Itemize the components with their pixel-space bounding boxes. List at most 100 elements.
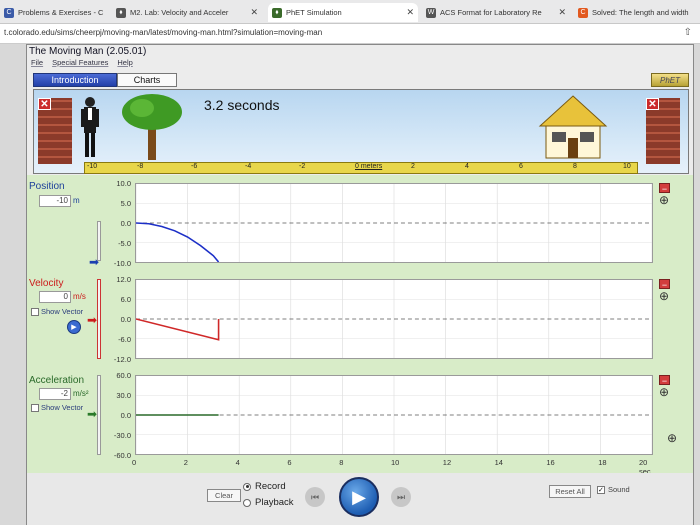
velocity-show-vector[interactable]: Show Vector	[31, 307, 83, 316]
moving-man-window: The Moving Man (2.05.01) File Special Fe…	[26, 44, 694, 525]
velocity-slider[interactable]	[97, 279, 101, 359]
acceleration-slider[interactable]	[97, 375, 101, 455]
acceleration-slider-arrow-icon[interactable]: ➡	[87, 407, 97, 421]
minimize-chart-icon[interactable]: −	[659, 375, 670, 386]
zoom-in-icon[interactable]: ⊕	[659, 193, 679, 207]
record-option[interactable]: Record	[243, 481, 286, 492]
acceleration-unit: m/s²	[73, 389, 89, 398]
play-area[interactable]: ✕ 3.2 seconds ✕ -10 -8 -6 -4 -2 0 meters…	[33, 89, 689, 174]
browser-tab-phet[interactable]: ⬧ PhET Simulation ✕	[268, 3, 418, 22]
velocity-show-vector-checkbox[interactable]	[31, 307, 39, 316]
close-wall-icon[interactable]: ✕	[646, 98, 659, 110]
close-icon[interactable]: ✕	[107, 7, 108, 18]
window-title: The Moving Man (2.05.01)	[29, 46, 147, 57]
play-button[interactable]: ▶	[339, 477, 379, 517]
acceleration-input[interactable]: -2	[39, 388, 71, 400]
tab-favicon-icon: ⬧	[116, 7, 126, 18]
horizontal-zoom-icon[interactable]: ⊕	[667, 431, 677, 445]
position-ytick: 10.0	[116, 179, 131, 188]
sound-label: Sound	[608, 485, 630, 494]
acceleration-chart-controls: − ⊕	[659, 375, 679, 399]
close-icon[interactable]: ✕	[558, 7, 566, 18]
time-tick-label: 16	[546, 458, 555, 467]
time-tick-label: 6	[287, 458, 292, 467]
time-tick-label: 4	[235, 458, 240, 467]
position-chart[interactable]	[135, 183, 653, 263]
clear-button[interactable]: Clear	[207, 489, 241, 502]
rewind-button[interactable]: ⏮	[305, 487, 325, 507]
browser-tab-problems[interactable]: C Problems & Exercises - C ✕	[0, 3, 108, 22]
address-bar[interactable]: t.colorado.edu/sims/cheerpj/moving-man/l…	[0, 24, 700, 44]
phet-logo[interactable]: PhET	[651, 73, 689, 87]
velocity-show-vector-label: Show Vector	[41, 307, 84, 316]
browser-tab-label: PhET Simulation	[286, 8, 342, 17]
step-forward-icon: ⏭	[396, 491, 406, 502]
position-label: Position	[29, 181, 65, 192]
tab-charts[interactable]: Charts	[117, 73, 177, 87]
ruler-tick-zero: 0 meters	[355, 163, 383, 170]
acceleration-label: Acceleration	[29, 375, 85, 386]
zoom-in-icon[interactable]: ⊕	[659, 289, 679, 303]
menu-special-features[interactable]: Special Features	[52, 58, 108, 70]
browser-tab-label: M2. Lab: Velocity and Acceler	[130, 8, 229, 17]
acceleration-chart[interactable]	[135, 375, 653, 455]
tab-favicon-icon: W	[426, 7, 436, 18]
playback-radio[interactable]	[243, 498, 251, 507]
browser-tab-lab[interactable]: ⬧ M2. Lab: Velocity and Acceler ✕	[112, 3, 262, 22]
position-ytick: -5.0	[118, 239, 131, 248]
playback-option[interactable]: Playback	[243, 497, 294, 508]
ruler-tick: 6	[519, 163, 523, 170]
play-icon: ▶	[352, 486, 366, 507]
close-icon[interactable]: ✕	[406, 7, 414, 18]
velocity-expand-icon[interactable]: ▶	[67, 320, 81, 334]
velocity-chart[interactable]	[135, 279, 653, 359]
tab-introduction[interactable]: Introduction	[33, 73, 117, 87]
left-wall: ✕	[38, 98, 72, 164]
acceleration-show-vector[interactable]: Show Vector	[31, 403, 83, 412]
time-readout: 3.2 seconds	[204, 97, 280, 113]
sound-checkbox[interactable]	[597, 485, 605, 494]
menu-help[interactable]: Help	[117, 58, 132, 70]
browser-tab-label: ACS Format for Laboratory Re	[440, 8, 542, 17]
velocity-label: Velocity	[29, 278, 64, 289]
acceleration-show-vector-checkbox[interactable]	[31, 403, 39, 412]
ruler-tick: 10	[623, 163, 631, 170]
position-ytick: -10.0	[113, 259, 131, 268]
menu-file[interactable]: File	[31, 58, 43, 70]
position-input[interactable]: -10	[39, 195, 71, 207]
share-icon[interactable]: ⇧	[684, 27, 692, 38]
url-text[interactable]: t.colorado.edu/sims/cheerpj/moving-man/l…	[4, 28, 322, 37]
position-ytick: 5.0	[120, 199, 131, 208]
close-wall-icon[interactable]: ✕	[38, 98, 51, 110]
time-axis: 0 2 4 6 8 10 12 14 16 18 20 sec	[132, 458, 653, 476]
acceleration-ytick: 0.0	[120, 411, 131, 420]
ruler-tick: -2	[299, 163, 306, 170]
time-tick-label: 18	[598, 458, 607, 467]
record-label: Record	[255, 481, 286, 492]
close-icon[interactable]: ✕	[250, 7, 258, 18]
velocity-ytick: 0.0	[120, 315, 131, 324]
sound-option[interactable]: Sound	[597, 485, 630, 494]
data-series-line	[136, 318, 220, 341]
browser-tab-solved[interactable]: C Solved: The length and width	[574, 3, 700, 22]
house-image	[538, 95, 608, 159]
velocity-ytick: -6.0	[118, 335, 131, 344]
ruler-tick: -4	[245, 163, 252, 170]
playback-controls: Clear Record Playback ⏮ ▶ ⏭ Reset All So…	[27, 473, 693, 525]
record-radio[interactable]	[243, 482, 251, 491]
position-ruler: -10 -8 -6 -4 -2 0 meters 2 4 6 8 10	[84, 162, 638, 174]
minimize-chart-icon[interactable]: −	[659, 279, 670, 290]
velocity-input[interactable]: 0	[39, 291, 71, 303]
step-button[interactable]: ⏭	[391, 487, 411, 507]
position-slider-arrow-icon[interactable]: ➡	[89, 255, 99, 269]
reset-all-button[interactable]: Reset All	[549, 485, 591, 498]
ruler-tick: 4	[465, 163, 469, 170]
acceleration-ytick: -30.0	[113, 431, 131, 440]
menu-bar: File Special Features Help	[27, 58, 693, 70]
moving-man-figure[interactable]	[78, 94, 102, 160]
browser-tab-acs[interactable]: W ACS Format for Laboratory Re ✕	[422, 3, 570, 22]
zoom-in-icon[interactable]: ⊕	[659, 385, 679, 399]
minimize-chart-icon[interactable]: −	[659, 183, 670, 194]
velocity-slider-arrow-icon[interactable]: ➡	[87, 313, 97, 327]
time-tick-label: 14	[494, 458, 503, 467]
